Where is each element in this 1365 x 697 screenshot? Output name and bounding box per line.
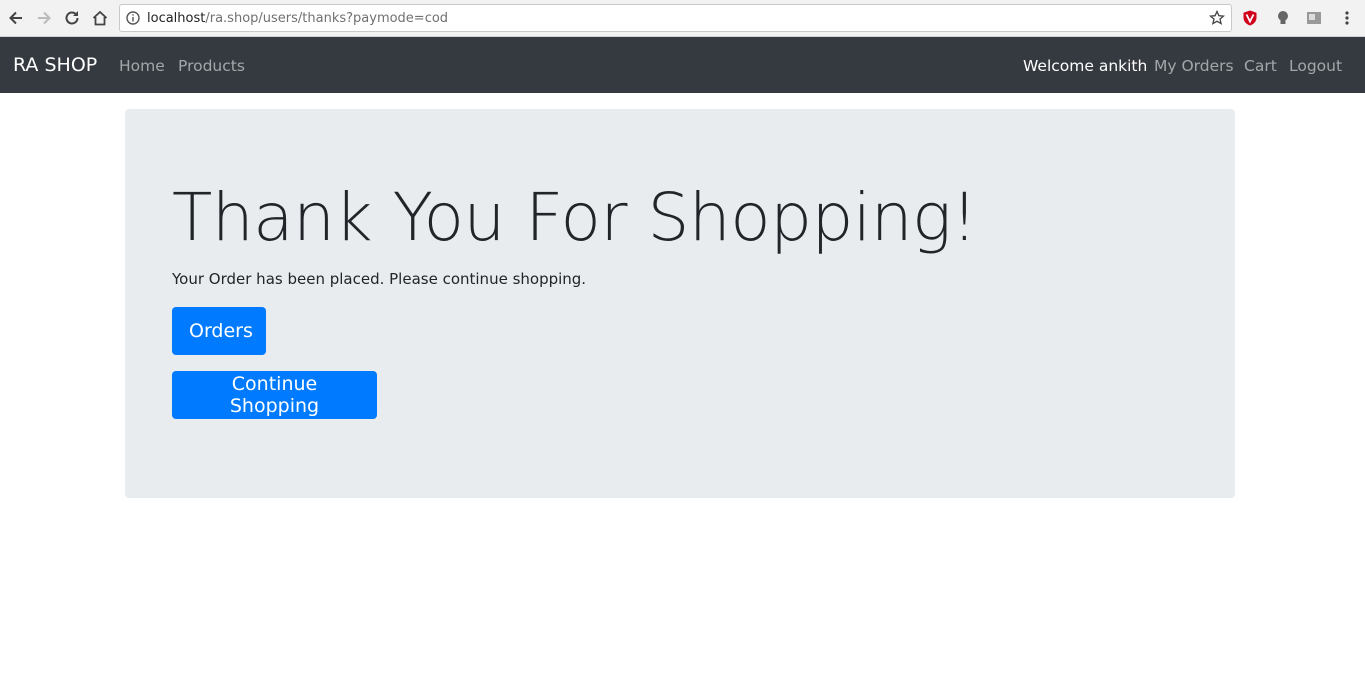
url-path: /ra.shop/users/thanks?paymode=cod — [205, 11, 449, 26]
welcome-user: Welcome ankith — [1023, 57, 1148, 75]
url-host: localhost — [147, 11, 206, 26]
home-icon[interactable] — [89, 7, 111, 29]
window-extension-icon[interactable] — [1305, 9, 1323, 27]
thank-you-heading: Thank You For Shopping! — [172, 179, 978, 256]
back-arrow-icon[interactable] — [5, 7, 27, 29]
nav-cart[interactable]: Cart — [1244, 57, 1277, 75]
lightbulb-extension-icon[interactable] — [1274, 9, 1292, 27]
browser-toolbar: localhost/ra.shop/users/thanks?paymode=c… — [0, 0, 1365, 37]
continue-shopping-button[interactable]: Continue Shopping — [172, 371, 377, 419]
url-text: localhost/ra.shop/users/thanks?paymode=c… — [147, 11, 448, 26]
thank-you-jumbotron: Thank You For Shopping! Your Order has b… — [125, 109, 1235, 498]
order-placed-message: Your Order has been placed. Please conti… — [172, 270, 587, 288]
info-icon[interactable] — [126, 11, 140, 25]
orders-button[interactable]: Orders — [172, 307, 266, 355]
nav-home[interactable]: Home — [119, 57, 165, 75]
shield-extension-icon[interactable] — [1241, 9, 1259, 27]
kebab-menu-icon[interactable] — [1338, 9, 1356, 27]
nav-products[interactable]: Products — [178, 57, 245, 75]
reload-icon[interactable] — [61, 7, 83, 29]
site-navbar: RA SHOP Home Products Welcome ankith My … — [0, 37, 1365, 93]
nav-logout[interactable]: Logout — [1289, 57, 1342, 75]
brand-logo[interactable]: RA SHOP — [13, 54, 97, 76]
address-bar[interactable]: localhost/ra.shop/users/thanks?paymode=c… — [119, 4, 1232, 32]
nav-my-orders[interactable]: My Orders — [1154, 57, 1234, 75]
bookmark-star-icon[interactable] — [1209, 10, 1225, 26]
forward-arrow-icon[interactable] — [33, 7, 55, 29]
